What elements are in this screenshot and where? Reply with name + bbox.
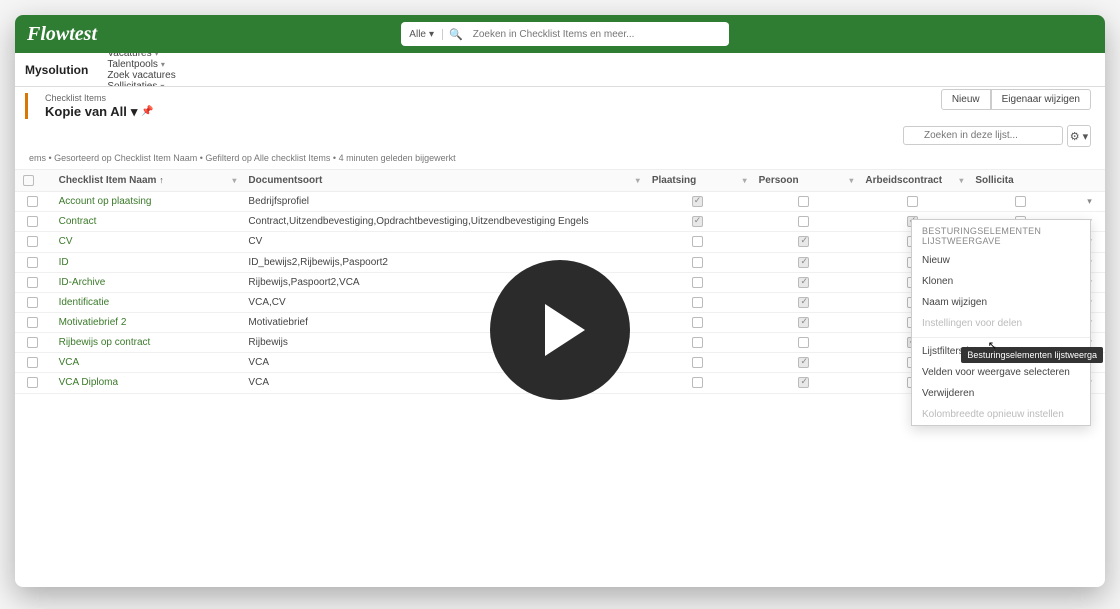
row-persoon-checkbox bbox=[798, 216, 809, 227]
col-doc[interactable]: Documentsoort▾ bbox=[240, 170, 643, 192]
row-name-link[interactable]: Account op plaatsing bbox=[51, 192, 241, 212]
row-checkbox[interactable] bbox=[27, 277, 38, 288]
nav-tab[interactable]: Zoek vacatures bbox=[100, 70, 182, 81]
global-search[interactable]: Alle▾ 🔍 bbox=[401, 22, 728, 46]
menu-item[interactable]: Verwijderen bbox=[912, 383, 1090, 404]
row-checkbox[interactable] bbox=[27, 357, 38, 368]
col-arbeidscontract[interactable]: Arbeidscontract▾ bbox=[857, 170, 967, 192]
play-button[interactable] bbox=[490, 260, 630, 400]
pin-icon[interactable]: 📌 bbox=[141, 106, 153, 117]
row-persoon-checkbox bbox=[798, 196, 809, 207]
change-owner-button[interactable]: Eigenaar wijzigen bbox=[991, 89, 1091, 110]
row-plaatsing-checkbox bbox=[692, 317, 703, 328]
row-name-link[interactable]: VCA Diploma bbox=[51, 373, 241, 393]
app-window: Flowtest Alle▾ 🔍 Mysolution HoofdpaginaC… bbox=[15, 15, 1105, 587]
row-checkbox[interactable] bbox=[27, 236, 38, 247]
list-header: Checklist Items Kopie van All ▾ 📌 Nieuw … bbox=[15, 87, 1105, 125]
new-button[interactable]: Nieuw bbox=[941, 89, 991, 110]
search-icon: 🔍 bbox=[443, 28, 469, 41]
row-name-link[interactable]: CV bbox=[51, 232, 241, 252]
menu-title: BESTURINGSELEMENTEN LIJSTWEERGAVE bbox=[912, 220, 1090, 250]
page-body: Checklist Items Kopie van All ▾ 📌 Nieuw … bbox=[15, 87, 1105, 587]
row-doc: Contract,Uitzendbevestiging,Opdrachtbeve… bbox=[240, 212, 643, 232]
row-plaatsing-checkbox bbox=[692, 357, 703, 368]
row-plaatsing-checkbox bbox=[692, 297, 703, 308]
row-name-link[interactable]: ID-Archive bbox=[51, 272, 241, 292]
chevron-down-icon[interactable]: ▾ bbox=[959, 176, 963, 185]
row-checkbox[interactable] bbox=[27, 196, 38, 207]
row-plaatsing-checkbox bbox=[692, 196, 703, 207]
global-header: Flowtest Alle▾ 🔍 bbox=[15, 15, 1105, 53]
col-name[interactable]: Checklist Item Naam ↑▾ bbox=[51, 170, 241, 192]
play-icon bbox=[545, 304, 585, 356]
global-search-input[interactable] bbox=[469, 23, 729, 45]
tooltip: Besturingselementen lijstweerga bbox=[961, 347, 1103, 363]
list-view-name[interactable]: Kopie van All ▾ 📌 bbox=[45, 104, 154, 120]
row-name-link[interactable]: Rijbewijs op contract bbox=[51, 333, 241, 353]
row-plaatsing-checkbox bbox=[692, 277, 703, 288]
menu-item: Kolombreedte opnieuw instellen bbox=[912, 404, 1090, 425]
chevron-down-icon[interactable]: ▾ bbox=[636, 176, 640, 185]
row-persoon-checkbox bbox=[798, 317, 809, 328]
row-plaatsing-checkbox bbox=[692, 236, 703, 247]
chevron-down-icon: ▾ bbox=[161, 60, 165, 69]
row-name-link[interactable]: Contract bbox=[51, 212, 241, 232]
col-persoon[interactable]: Persoon▾ bbox=[751, 170, 858, 192]
row-arbeidscontract-checkbox bbox=[907, 196, 918, 207]
row-sollicitatie-checkbox bbox=[1015, 196, 1026, 207]
list-controls: 🔍 ⚙ ▾ bbox=[15, 125, 1105, 151]
row-plaatsing-checkbox bbox=[692, 377, 703, 388]
row-persoon-checkbox bbox=[798, 297, 809, 308]
row-checkbox[interactable] bbox=[27, 216, 38, 227]
row-name-link[interactable]: VCA bbox=[51, 353, 241, 373]
chevron-down-icon[interactable]: ▾ bbox=[232, 176, 236, 185]
row-persoon-checkbox bbox=[798, 257, 809, 268]
table-row: Account op plaatsingBedrijfsprofiel ▾ bbox=[15, 192, 1105, 212]
row-actions-button[interactable]: ▾ bbox=[1087, 196, 1092, 206]
list-search-input[interactable] bbox=[903, 126, 1063, 145]
sort-asc-icon: ↑ bbox=[159, 175, 164, 185]
row-checkbox[interactable] bbox=[27, 317, 38, 328]
chevron-down-icon[interactable]: ▾ bbox=[743, 176, 747, 185]
row-doc: Bedrijfsprofiel bbox=[240, 192, 643, 212]
nav-tabbar: Mysolution HoofdpaginaChatterAccounts▾Zo… bbox=[15, 53, 1105, 87]
menu-item: Instellingen voor delen bbox=[912, 313, 1090, 334]
select-all-checkbox[interactable] bbox=[23, 175, 34, 186]
row-name-link[interactable]: Motivatiebrief 2 bbox=[51, 312, 241, 332]
list-view-controls-menu: BESTURINGSELEMENTEN LIJSTWEERGAVE NieuwK… bbox=[911, 219, 1091, 426]
row-plaatsing-checkbox bbox=[692, 337, 703, 348]
row-name-link[interactable]: ID bbox=[51, 252, 241, 272]
row-checkbox[interactable] bbox=[27, 257, 38, 268]
row-name-link[interactable]: Identificatie bbox=[51, 292, 241, 312]
app-name: Mysolution bbox=[25, 63, 88, 77]
object-label: Checklist Items bbox=[45, 93, 1091, 103]
menu-item[interactable]: Nieuw bbox=[912, 250, 1090, 271]
row-checkbox[interactable] bbox=[27, 377, 38, 388]
header-actions: Nieuw Eigenaar wijzigen bbox=[941, 89, 1091, 110]
row-doc: CV bbox=[240, 232, 643, 252]
chevron-down-icon[interactable]: ▾ bbox=[849, 176, 853, 185]
list-settings-button[interactable]: ⚙ ▾ bbox=[1067, 125, 1091, 147]
row-checkbox[interactable] bbox=[27, 297, 38, 308]
row-persoon-checkbox bbox=[798, 377, 809, 388]
search-scope-selector[interactable]: Alle▾ bbox=[401, 29, 443, 40]
row-persoon-checkbox bbox=[798, 236, 809, 247]
row-plaatsing-checkbox bbox=[692, 216, 703, 227]
col-sollicitatie[interactable]: Sollicita bbox=[967, 170, 1074, 192]
col-plaatsing[interactable]: Plaatsing▾ bbox=[644, 170, 751, 192]
list-meta: ems • Gesorteerd op Checklist Item Naam … bbox=[15, 151, 1105, 169]
menu-item[interactable]: Naam wijzigen bbox=[912, 292, 1090, 313]
brand-logo: Flowtest bbox=[27, 23, 97, 46]
row-plaatsing-checkbox bbox=[692, 257, 703, 268]
row-persoon-checkbox bbox=[798, 357, 809, 368]
menu-item[interactable]: Klonen bbox=[912, 271, 1090, 292]
row-persoon-checkbox bbox=[798, 277, 809, 288]
chevron-down-icon: ▾ bbox=[155, 53, 159, 58]
object-accent bbox=[25, 93, 28, 119]
chevron-down-icon: ▾ bbox=[131, 104, 138, 120]
menu-item[interactable]: Velden voor weergave selecteren bbox=[912, 362, 1090, 383]
row-persoon-checkbox bbox=[798, 337, 809, 348]
nav-tab[interactable]: Talentpools▾ bbox=[100, 59, 182, 70]
row-checkbox[interactable] bbox=[27, 337, 38, 348]
